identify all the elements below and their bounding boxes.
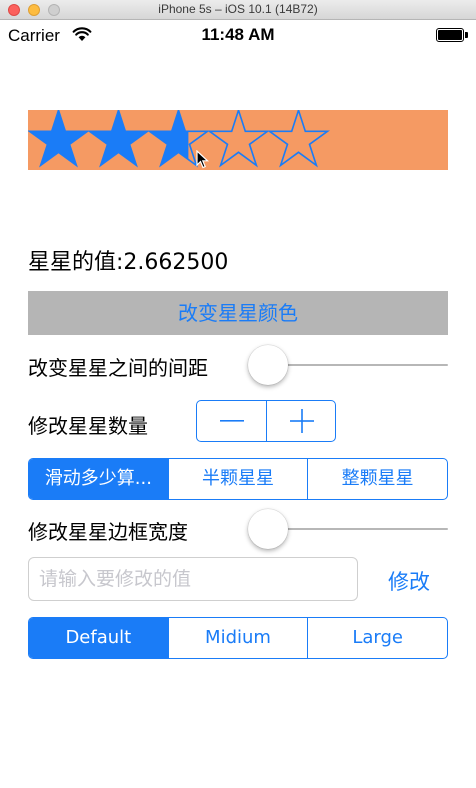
segment-large[interactable]: Large	[308, 618, 447, 658]
rating-mode-segmented-control[interactable]: 滑动多少算... 半颗星星 整颗星星	[28, 458, 448, 500]
stepper-decrement-button[interactable]	[197, 401, 267, 441]
battery-icon	[436, 28, 468, 42]
segment-half-star[interactable]: 半颗星星	[169, 459, 309, 499]
segment-whole-star[interactable]: 整颗星星	[308, 459, 447, 499]
star-icon	[207, 110, 270, 168]
clock: 11:48 AM	[201, 25, 275, 44]
star-rating-stars	[28, 110, 330, 168]
minus-icon	[219, 420, 244, 422]
segment-midium[interactable]: Midium	[169, 618, 309, 658]
window-title: iPhone 5s – iOS 10.1 (14B72)	[158, 2, 318, 16]
simulator-title-bar: iPhone 5s – iOS 10.1 (14B72)	[0, 0, 476, 20]
star-value-text: 星星的值:2.662500	[28, 250, 229, 275]
segment-scroll-amount[interactable]: 滑动多少算...	[29, 459, 169, 499]
star-icon	[267, 110, 330, 168]
star-border-width-label: 修改星星边框宽度	[28, 520, 188, 544]
star-size-segmented-control[interactable]: Default Midium Large	[28, 617, 448, 659]
slider-thumb[interactable]	[248, 345, 288, 385]
segment-default[interactable]: Default	[29, 618, 169, 658]
star-count-label: 修改星星数量	[28, 414, 148, 438]
star-rating-view[interactable]	[28, 110, 448, 170]
status-bar: Carrier 11:48 AM	[0, 20, 476, 52]
modify-value-input[interactable]: 请输入要修改的值	[28, 557, 358, 601]
slider-thumb[interactable]	[248, 509, 288, 549]
stepper-increment-button[interactable]	[267, 401, 336, 441]
modify-button[interactable]: 修改	[388, 566, 430, 596]
star-border-width-slider[interactable]	[248, 509, 448, 549]
plus-icon	[289, 409, 314, 433]
star-spacing-label: 改变星星之间的间距	[28, 356, 208, 380]
change-star-color-button[interactable]: 改变星星颜色	[28, 291, 448, 335]
star-count-stepper[interactable]	[196, 400, 336, 442]
mouse-cursor-icon	[196, 150, 210, 169]
star-spacing-slider[interactable]	[248, 345, 448, 385]
